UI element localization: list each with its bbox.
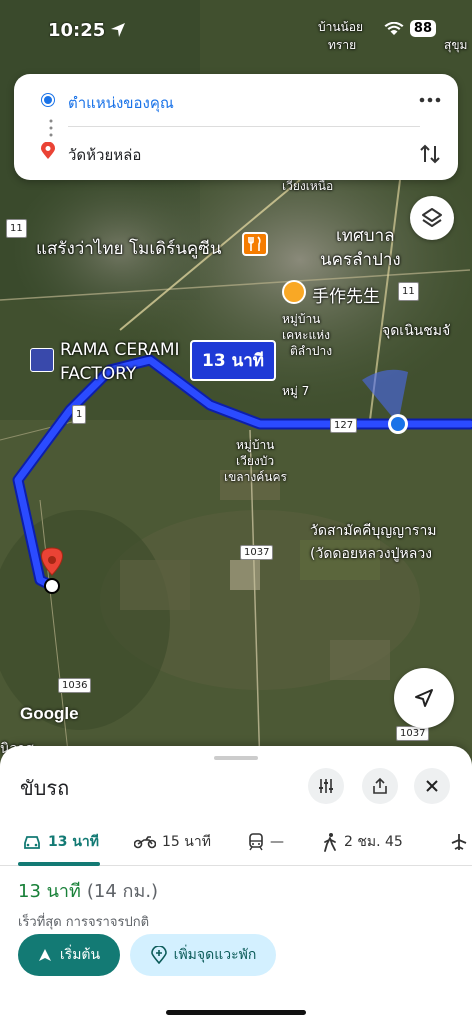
- map-label: เทศบาล: [336, 226, 395, 246]
- travel-mode-title: ขับรถ: [20, 776, 70, 800]
- route-note: เร็วที่สุด การจราจรปกติ: [18, 915, 150, 930]
- map-label: แสรังว่าไทย โมเดิร์นคูซีน: [36, 239, 222, 259]
- map-label: RAMA CERAMI: [60, 340, 180, 360]
- recenter-button[interactable]: [394, 668, 454, 728]
- travel-mode-tabs: 13 นาที 15 นาที — 2 ชม. 45: [0, 818, 472, 866]
- car-icon: [24, 836, 40, 849]
- map-label: (วัดดอยหลวงปู่หลวง: [310, 546, 433, 562]
- swap-direction-icon[interactable]: [416, 140, 444, 168]
- add-stop-label: เพิ่มจุดแวะพัก: [173, 947, 257, 963]
- map-view[interactable]: 10:25 88 บ้านน้อย ทราย สุขุม เวียงเหนือ …: [0, 0, 472, 770]
- map-label: ติลำปาง: [290, 344, 333, 358]
- tab-label: 15 นาที: [162, 834, 211, 850]
- google-logo: Google: [20, 704, 79, 723]
- tab-walking[interactable]: 2 ชม. 45: [322, 818, 403, 866]
- wifi-icon: [384, 21, 404, 35]
- map-label: 手作先生: [312, 287, 380, 307]
- origin-row[interactable]: ตำแหน่งของคุณ: [14, 76, 458, 124]
- restaurant-icon[interactable]: [242, 232, 268, 256]
- map-label: FACTORY: [60, 364, 137, 384]
- origin-dot-icon: [42, 94, 54, 106]
- sliders-icon: [319, 779, 333, 793]
- route-options-button[interactable]: [308, 768, 344, 804]
- tab-motorcycle[interactable]: 15 นาที: [134, 818, 211, 866]
- start-label: เริ่มต้น: [59, 947, 101, 963]
- road-shield: 11: [398, 282, 419, 301]
- active-tab-indicator: [18, 862, 100, 866]
- directions-sheet: ขับรถ 13 นาที 15 นาที — 2 ชม. 45 13 นาที…: [0, 746, 472, 1024]
- layers-button[interactable]: [410, 196, 454, 240]
- location-arrow-icon: [111, 23, 125, 37]
- map-label: วัดสามัคคีบุญญาราม: [310, 523, 437, 539]
- road-shield: 11: [6, 219, 27, 238]
- map-label: ทราย: [328, 38, 357, 52]
- close-icon: [426, 780, 438, 792]
- map-label: นครลำปาง: [320, 250, 401, 270]
- route-duration: 13 นาที: [18, 881, 81, 902]
- destination-pin-icon: [41, 142, 55, 159]
- tab-label: —: [270, 834, 284, 850]
- share-button[interactable]: [362, 768, 398, 804]
- close-button[interactable]: [414, 768, 450, 804]
- route-duration-bubble[interactable]: 13 นาที: [190, 340, 276, 381]
- road-shield: 127: [330, 418, 358, 433]
- add-location-icon: [150, 946, 167, 964]
- road-shield: 1037: [396, 726, 430, 741]
- map-label: จุดเนินชมจั: [382, 323, 451, 339]
- divider: [68, 126, 420, 127]
- share-icon: [373, 777, 387, 794]
- destination-text: วัดห้วยหล่อ: [68, 146, 142, 164]
- navigation-start-icon: [38, 949, 51, 961]
- tab-transit[interactable]: —: [248, 818, 284, 866]
- map-label: บ้านน้อย: [318, 20, 363, 34]
- shopping-icon[interactable]: [282, 280, 306, 304]
- map-label: เขลางค์นคร: [224, 470, 287, 484]
- route-card: ตำแหน่งของคุณ วัดห้วยหล่อ: [14, 74, 458, 180]
- sheet-grabber[interactable]: [214, 756, 258, 760]
- more-options-icon[interactable]: [416, 88, 444, 112]
- destination-row[interactable]: วัดห้วยหล่อ: [14, 128, 458, 176]
- origin-text: ตำแหน่งของคุณ: [68, 94, 174, 112]
- battery-level: 88: [409, 20, 436, 37]
- status-bar: 10:25 88 บ้านน้อย ทราย สุขุม: [0, 0, 472, 62]
- airplane-icon: [451, 834, 467, 850]
- road-shield: 1037: [240, 545, 274, 560]
- road-shield: 1: [72, 405, 87, 424]
- factory-icon[interactable]: [30, 348, 54, 372]
- tab-label: 2 ชม. 45: [344, 834, 403, 850]
- tab-label: 13 นาที: [48, 834, 100, 850]
- add-stop-button[interactable]: เพิ่มจุดแวะพัก: [130, 934, 276, 976]
- route-summary[interactable]: 13 นาที (14 กม.) เร็วที่สุด การจราจรปกติ: [18, 876, 158, 932]
- map-label: หมู่ 7: [282, 384, 310, 398]
- motorcycle-icon: [134, 836, 156, 849]
- tab-flight[interactable]: [450, 818, 468, 866]
- route-distance: (14 กม.): [86, 881, 159, 902]
- map-label: สุขุม: [444, 38, 468, 52]
- road-shield: 1036: [58, 678, 92, 693]
- start-button[interactable]: เริ่มต้น: [18, 934, 120, 976]
- train-icon: [249, 833, 263, 851]
- home-indicator: [166, 1010, 306, 1015]
- walk-icon: [324, 833, 336, 852]
- navigation-arrow-icon: [415, 689, 433, 707]
- tab-driving[interactable]: 13 นาที: [22, 818, 99, 866]
- layers-icon: [422, 208, 442, 227]
- status-time: 10:25: [48, 20, 106, 41]
